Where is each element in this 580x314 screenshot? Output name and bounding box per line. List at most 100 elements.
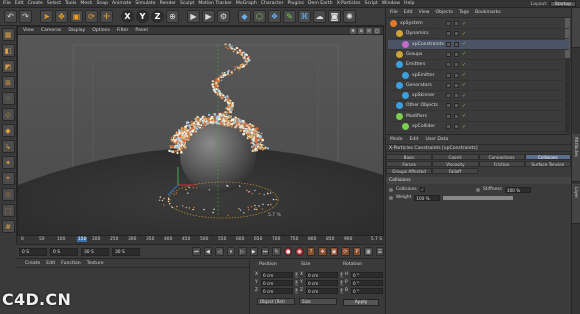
go-to-end-icon[interactable]: ⏭ (260, 247, 270, 256)
animate-dot-icon[interactable] (389, 195, 393, 200)
tab-forces[interactable]: Forces (386, 161, 433, 167)
menu-motion-tracker[interactable]: Motion Tracker (198, 1, 232, 6)
editor-visibility-icon[interactable] (446, 103, 451, 109)
menu-snap[interactable]: Snap (96, 1, 108, 6)
timeline-window-icon[interactable]: ☰ (375, 247, 385, 256)
viewport-menu-cameras[interactable]: Cameras (41, 28, 61, 33)
render-visibility-icon[interactable] (454, 31, 459, 37)
visibility-flags[interactable] (446, 62, 459, 68)
render-visibility-icon[interactable] (454, 72, 459, 78)
viewport-move-icon[interactable]: ✥ (350, 28, 356, 34)
key-rotation-icon[interactable]: ⟳ (341, 247, 350, 256)
menu-x-particles[interactable]: X-Particles (337, 1, 361, 6)
render-visibility-icon[interactable] (454, 103, 459, 109)
next-key-icon[interactable]: ▶ (249, 247, 258, 256)
enabled-check-icon[interactable]: ✓ (462, 41, 466, 47)
pause-icon[interactable]: ⏸ (226, 247, 236, 256)
enabled-check-icon[interactable]: ✓ (462, 124, 466, 130)
recent-tool-icon[interactable]: ✛ (100, 10, 113, 23)
editor-visibility-icon[interactable] (446, 124, 451, 129)
coordinate-mode-dropdown[interactable]: Object (Rel) (257, 298, 295, 305)
tab-basic[interactable]: Basic (386, 154, 433, 160)
prev-key-icon[interactable]: ◀ (203, 247, 213, 256)
workplane-icon[interactable]: ⊞ (1, 76, 15, 89)
side-tab-layer[interactable]: Layer (572, 184, 580, 224)
rotation-b-field[interactable]: 0 ° (351, 287, 383, 294)
size-z-field[interactable]: 0 cm (306, 287, 338, 294)
perspective-viewport[interactable]: View Cameras Display Options Filter Pane… (17, 26, 384, 236)
object-row-xpsystem[interactable]: xpSystem ✓ (388, 19, 569, 29)
loop-icon[interactable]: ↻ (272, 247, 281, 256)
cube-icon[interactable]: ◆ (238, 10, 251, 23)
edges-mode-icon[interactable]: ◇ (1, 108, 15, 121)
timeline-ruler[interactable]: 0 50 100 150 200 250 300 350 400 450 500… (17, 236, 384, 245)
visibility-flags[interactable] (446, 72, 459, 78)
size-x-field[interactable]: 0 cm (306, 271, 338, 278)
render-visibility-icon[interactable] (454, 21, 459, 26)
render-view-icon[interactable]: ▶ (187, 10, 200, 23)
redo-icon[interactable]: ↷ (19, 10, 32, 23)
obj-menu-file[interactable]: File (390, 10, 398, 15)
texture-mode-icon[interactable]: ◩ (1, 60, 15, 73)
render-visibility-icon[interactable] (454, 124, 459, 129)
obj-menu-bookmarks[interactable]: Bookmarks (475, 10, 501, 15)
material-menu-texture[interactable]: Texture (87, 261, 104, 266)
apply-button[interactable]: Apply (343, 299, 379, 306)
object-row-modifiers[interactable]: Modifiers ✓ (388, 112, 569, 122)
visibility-flags[interactable] (446, 41, 459, 47)
z-axis-lock-icon[interactable]: Z (151, 10, 164, 23)
layout-selector[interactable]: Layout: Startup (531, 1, 576, 7)
spline-icon[interactable]: ✎ (283, 10, 296, 23)
menu-render[interactable]: Render (160, 1, 176, 6)
visibility-flags[interactable] (446, 51, 459, 57)
rotation-h-field[interactable]: 0 ° (351, 271, 383, 278)
camera-icon[interactable]: ◙ (328, 10, 341, 23)
menu-edit[interactable]: Edit (15, 1, 24, 6)
key-scale-icon[interactable]: ▣ (329, 247, 339, 256)
rotation-p-field[interactable]: 0 ° (351, 279, 383, 286)
material-menu-edit[interactable]: Edit (46, 261, 55, 266)
object-row-generators[interactable]: Generators ✓ (388, 81, 569, 91)
weight-slider[interactable] (443, 195, 514, 200)
object-row-xpcollider[interactable]: xpCollider ✓ (388, 122, 569, 132)
editor-visibility-icon[interactable] (446, 62, 451, 68)
render-visibility-icon[interactable] (454, 93, 459, 99)
menu-select[interactable]: Select (47, 1, 61, 6)
go-to-start-icon[interactable]: ⏮ (192, 247, 201, 256)
tweak-mode-icon[interactable]: ✦ (1, 156, 15, 169)
live-selection-icon[interactable]: ➤ (40, 10, 53, 23)
render-visibility-icon[interactable] (454, 41, 459, 47)
object-row-emitters[interactable]: Emitters ✓ (388, 60, 569, 71)
tab-friction[interactable]: Friction (478, 161, 525, 167)
enabled-check-icon[interactable]: ✓ (462, 103, 466, 109)
enabled-check-icon[interactable]: ✓ (462, 82, 466, 88)
viewport-rotate-icon[interactable]: ⟳ (366, 28, 372, 34)
menu-help[interactable]: Help (404, 1, 414, 6)
viewport-toggle-icon[interactable]: ▢ (374, 28, 380, 34)
render-visibility-icon[interactable] (454, 113, 459, 119)
editor-visibility-icon[interactable] (446, 21, 451, 26)
enabled-check-icon[interactable]: ✓ (462, 72, 466, 78)
menu-sculpt[interactable]: Sculpt (180, 1, 194, 6)
key-position-icon[interactable]: ✥ (318, 247, 327, 256)
menu-dem-earth[interactable]: Dem Earth (308, 1, 333, 6)
snap-icon[interactable]: ⌖ (1, 172, 15, 185)
editor-visibility-icon[interactable] (446, 93, 451, 99)
enabled-check-icon[interactable]: ✓ (462, 31, 466, 37)
obj-menu-objects[interactable]: Objects (436, 10, 453, 15)
size-y-field[interactable]: 0 cm (306, 279, 338, 286)
tab-groups-affected[interactable]: Groups Affected (386, 168, 432, 174)
attr-menu-edit[interactable]: Edit (410, 137, 419, 142)
object-row-xpconstraints[interactable]: xpConstraints ✓ (388, 39, 569, 50)
animate-dot-icon[interactable] (476, 187, 480, 192)
tab-falloff[interactable]: Falloff (432, 168, 478, 174)
menu-simulate[interactable]: Simulate (135, 1, 155, 6)
editor-visibility-icon[interactable] (446, 82, 451, 88)
editor-visibility-icon[interactable] (446, 113, 451, 119)
object-row-dynamics[interactable]: Dynamics ✓ (388, 29, 569, 40)
environment-icon[interactable]: ☁ (313, 10, 326, 23)
render-visibility-icon[interactable] (454, 82, 459, 88)
editor-visibility-icon[interactable] (446, 31, 451, 37)
light-icon[interactable]: ✺ (343, 10, 356, 23)
spinner-icon[interactable]: ⇕ (295, 271, 298, 278)
